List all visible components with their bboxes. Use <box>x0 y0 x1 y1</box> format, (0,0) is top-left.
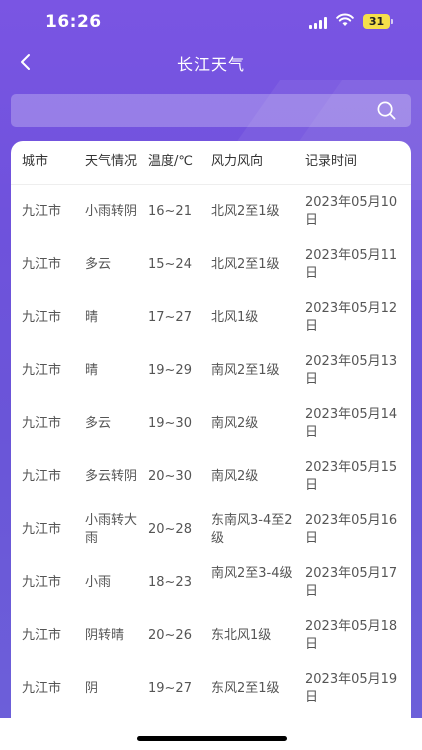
header-weather: 天气情况 <box>85 154 138 169</box>
page-title: 长江天气 <box>176 55 245 74</box>
search-bar <box>11 94 411 127</box>
cell-wind: 南风2级 <box>211 469 259 484</box>
weather-table: 城市 天气情况 温度/℃ 风力风向 记录时间 九江市 小雨转阴 16~21 北风… <box>11 141 411 741</box>
cell-city: 九江市 <box>22 522 62 537</box>
cell-weather: 小雨 <box>85 575 112 590</box>
cell-time: 2023年05月18日 <box>305 619 398 652</box>
status-time: 16:26 <box>45 12 102 32</box>
cell-time: 2023年05月11日 <box>305 248 398 281</box>
status-bar: 16:26 31 <box>0 0 422 44</box>
cell-weather: 小雨转阴 <box>85 204 138 219</box>
cell-wind: 北风1级 <box>211 310 259 325</box>
header-city: 城市 <box>22 154 49 169</box>
table-header: 城市 天气情况 温度/℃ 风力风向 记录时间 <box>11 141 411 185</box>
table-row: 九江市 晴 19~29 南风2至1级 2023年05月13日 <box>11 345 411 398</box>
cell-time: 2023年05月19日 <box>305 672 398 705</box>
cell-wind: 东南风3-4至2级 <box>211 513 293 546</box>
cell-temp: 19~29 <box>148 363 192 378</box>
cell-wind: 南风2至3-4级 <box>211 566 293 581</box>
header-temp: 温度/℃ <box>148 154 193 169</box>
header-wind: 风力风向 <box>211 154 264 169</box>
cell-temp: 19~27 <box>148 681 192 696</box>
battery-icon: 31 <box>363 14 393 29</box>
cell-time: 2023年05月15日 <box>305 460 398 493</box>
signal-icon <box>309 17 327 29</box>
header-time: 记录时间 <box>305 154 358 169</box>
table-row: 九江市 小雨 18~23 南风2至3-4级 2023年05月17日 <box>11 557 411 610</box>
home-indicator[interactable] <box>137 736 287 741</box>
table-row: 九江市 多云转阴 20~30 南风2级 2023年05月15日 <box>11 451 411 504</box>
cell-wind: 南风2级 <box>211 416 259 431</box>
cell-city: 九江市 <box>22 416 62 431</box>
cell-weather: 阴转晴 <box>85 628 125 643</box>
cell-weather: 晴 <box>85 310 99 325</box>
cell-time: 2023年05月10日 <box>305 195 398 228</box>
table-row: 九江市 小雨转阴 16~21 北风2至1级 2023年05月10日 <box>11 186 411 239</box>
cell-city: 九江市 <box>22 257 62 272</box>
cell-temp: 20~26 <box>148 628 192 643</box>
table-row: 九江市 多云 15~24 北风2至1级 2023年05月11日 <box>11 239 411 292</box>
cell-weather: 多云 <box>85 257 112 272</box>
cell-temp: 20~30 <box>148 469 192 484</box>
cell-city: 九江市 <box>22 628 62 643</box>
cell-weather: 多云 <box>85 416 112 431</box>
wifi-icon <box>336 13 354 26</box>
cell-temp: 15~24 <box>148 257 192 272</box>
table-row: 九江市 小雨转大雨 20~28 东南风3-4至2级 2023年05月16日 <box>11 504 411 557</box>
cell-time: 2023年05月13日 <box>305 354 398 387</box>
cell-wind: 北风2至1级 <box>211 204 280 219</box>
table-row: 九江市 阴 19~27 东风2至1级 2023年05月19日 <box>11 663 411 716</box>
search-input[interactable] <box>21 94 361 127</box>
cell-weather: 小雨转大雨 <box>85 513 138 546</box>
search-icon[interactable] <box>376 100 397 121</box>
cell-time: 2023年05月14日 <box>305 407 398 440</box>
cell-city: 九江市 <box>22 469 62 484</box>
cell-city: 九江市 <box>22 310 62 325</box>
cell-temp: 19~30 <box>148 416 192 431</box>
cell-time: 2023年05月12日 <box>305 301 398 334</box>
cell-temp: 16~21 <box>148 204 192 219</box>
nav-bar: 长江天气 <box>0 44 422 80</box>
cell-city: 九江市 <box>22 575 62 590</box>
cell-time: 2023年05月16日 <box>305 513 398 546</box>
cell-temp: 20~28 <box>148 522 192 537</box>
cell-temp: 17~27 <box>148 310 192 325</box>
cell-wind: 东北风1级 <box>211 628 272 643</box>
cell-wind: 南风2至1级 <box>211 363 280 378</box>
cell-city: 九江市 <box>22 204 62 219</box>
table-row: 九江市 晴 17~27 北风1级 2023年05月12日 <box>11 292 411 345</box>
cell-wind: 东风2至1级 <box>211 681 280 696</box>
table-row: 九江市 多云 19~30 南风2级 2023年05月14日 <box>11 398 411 451</box>
cell-weather: 阴 <box>85 681 99 696</box>
cell-weather: 多云转阴 <box>85 469 138 484</box>
cell-weather: 晴 <box>85 363 99 378</box>
cell-time: 2023年05月17日 <box>305 566 398 599</box>
cell-city: 九江市 <box>22 681 62 696</box>
cell-city: 九江市 <box>22 363 62 378</box>
cell-wind: 北风2至1级 <box>211 257 280 272</box>
table-row: 九江市 阴转晴 20~26 东北风1级 2023年05月18日 <box>11 610 411 663</box>
cell-temp: 18~23 <box>148 575 192 590</box>
